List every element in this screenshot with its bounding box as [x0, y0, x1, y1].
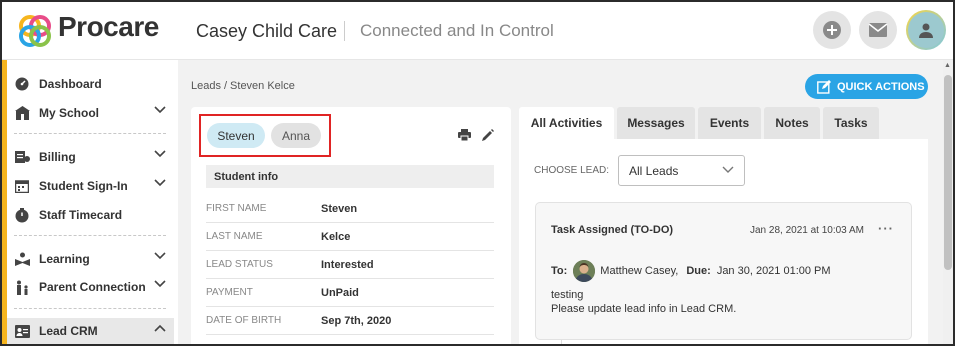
chevron-down-icon — [154, 252, 166, 260]
sidebar-item-student-sign-in[interactable]: Student Sign-In — [7, 173, 174, 199]
field-label: DATE OF BIRTH — [206, 315, 282, 326]
choose-lead-label: CHOOSE LEAD: — [534, 165, 610, 176]
scroll-up-arrow-icon[interactable]: ▲ — [944, 62, 951, 69]
field-value: Interested — [321, 258, 374, 271]
choose-lead-value: All Leads — [629, 163, 679, 178]
field-label: FIRST NAME — [206, 203, 267, 214]
family-icon — [14, 279, 30, 295]
print-icon[interactable] — [458, 129, 471, 141]
messages-button[interactable] — [859, 11, 897, 49]
sidebar-item-label: My School — [39, 106, 100, 120]
breadcrumb-separator: / — [223, 80, 228, 92]
scrollbar-thumb[interactable] — [944, 75, 952, 270]
quick-actions-button[interactable]: QUICK ACTIONS — [805, 74, 928, 99]
chevron-down-icon — [722, 166, 734, 173]
user-avatar-icon — [919, 23, 933, 38]
breadcrumb: Leads / Steven Kelce — [191, 80, 295, 92]
due-label: Due: — [686, 265, 711, 277]
sidebar-item-staff-timecard[interactable]: Staff Timecard — [7, 202, 174, 228]
activity-title: Task Assigned (TO-DO) — [551, 224, 674, 236]
section-header: Student info — [206, 165, 494, 188]
chevron-down-icon — [154, 179, 166, 187]
chevron-down-icon — [154, 106, 166, 114]
user-avatar-button[interactable] — [906, 10, 946, 50]
learning-icon — [14, 251, 30, 267]
activity-assignment: To: Matthew Casey, Due: Jan 30, 2021 01:… — [551, 260, 831, 282]
tab-notes[interactable]: Notes — [764, 107, 820, 139]
quick-actions-label: QUICK ACTIONS — [837, 80, 925, 93]
sidebar-divider — [14, 308, 166, 309]
field-value: Kelce — [321, 230, 351, 243]
info-row-payment: PAYMENT UnPaid — [206, 279, 494, 307]
activity-body-line: testing — [551, 289, 584, 301]
choose-lead-select[interactable]: All Leads — [618, 155, 745, 186]
field-label: PAYMENT — [206, 287, 253, 298]
top-header: Procare Casey Child Care Connected and I… — [2, 2, 953, 60]
organization-name: Casey Child Care — [196, 21, 338, 41]
plus-icon — [823, 21, 841, 39]
sidebar-item-label: Staff Timecard — [39, 208, 123, 222]
sidebar-item-my-school[interactable]: My School — [7, 100, 174, 126]
sidebar-item-label: Parent Connection — [39, 280, 146, 294]
field-value: Sep 7th, 2020 — [321, 314, 392, 327]
sidebar-item-label: Billing — [39, 150, 76, 164]
header-divider — [344, 21, 345, 41]
chevron-down-icon — [154, 150, 166, 158]
mail-icon — [868, 23, 888, 37]
info-row-last-name: LAST NAME Kelce — [206, 223, 494, 251]
sidebar-item-learning[interactable]: Learning — [7, 246, 174, 272]
field-label: LAST NAME — [206, 231, 263, 242]
highlight-annotation-box — [199, 114, 331, 157]
tab-messages[interactable]: Messages — [617, 107, 695, 139]
more-options-icon[interactable]: ··· — [878, 221, 894, 236]
sidebar-divider — [14, 133, 166, 134]
chevron-down-icon — [154, 280, 166, 288]
timecard-icon — [14, 207, 30, 223]
sidebar-item-label: Learning — [39, 252, 90, 266]
school-icon — [14, 105, 30, 121]
sidebar-item-lead-crm[interactable]: Lead CRM — [7, 318, 174, 344]
info-row-first-name: FIRST NAME Steven — [206, 195, 494, 223]
activity-date: Jan 28, 2021 at 10:03 AM — [750, 225, 864, 236]
activity-body-line: Please update lead info in Lead CRM. — [551, 303, 737, 315]
brand-name: Procare — [58, 11, 159, 42]
edit-pencil-icon[interactable] — [482, 129, 494, 141]
sidebar-item-billing[interactable]: Billing — [7, 144, 174, 170]
assignee-name: Matthew Casey, — [600, 265, 679, 277]
tab-tasks[interactable]: Tasks — [823, 107, 879, 139]
to-label: To: — [551, 265, 568, 277]
field-label: LEAD STATUS — [206, 259, 273, 270]
app-window: Procare Casey Child Care Connected and I… — [0, 0, 955, 346]
edit-square-icon — [817, 79, 831, 94]
info-row-lead-status: LEAD STATUS Interested — [206, 251, 494, 279]
sidebar-item-label: Student Sign-In — [39, 179, 128, 193]
calendar-icon — [14, 178, 30, 194]
timeline-rail — [561, 340, 562, 344]
field-value: Steven — [321, 202, 358, 215]
sidebar-divider — [14, 235, 166, 236]
sidebar-item-dashboard[interactable]: Dashboard — [7, 71, 174, 97]
billing-icon — [14, 149, 30, 165]
add-button[interactable] — [813, 11, 851, 49]
activity-body: testing Please update lead info in Lead … — [551, 288, 736, 316]
sidebar-item-label: Dashboard — [39, 77, 102, 91]
field-value: UnPaid — [321, 286, 359, 299]
dashboard-icon — [14, 76, 30, 92]
tab-events[interactable]: Events — [698, 107, 761, 139]
info-row-date-of-birth: DATE OF BIRTH Sep 7th, 2020 — [206, 307, 494, 335]
procare-logo-icon — [19, 15, 51, 47]
user-avatar — [908, 12, 944, 48]
sidebar-item-parent-connection[interactable]: Parent Connection — [7, 274, 174, 300]
breadcrumb-current: Steven Kelce — [230, 80, 295, 92]
due-date: Jan 30, 2021 01:00 PM — [716, 265, 831, 277]
assignee-avatar — [573, 260, 596, 282]
breadcrumb-leads-link[interactable]: Leads — [191, 80, 221, 92]
tab-all-activities[interactable]: All Activities — [519, 107, 614, 139]
sidebar-item-label: Lead CRM — [39, 324, 98, 338]
chevron-up-icon — [154, 324, 166, 332]
tagline: Connected and In Control — [360, 21, 554, 40]
lead-crm-icon — [14, 323, 30, 339]
